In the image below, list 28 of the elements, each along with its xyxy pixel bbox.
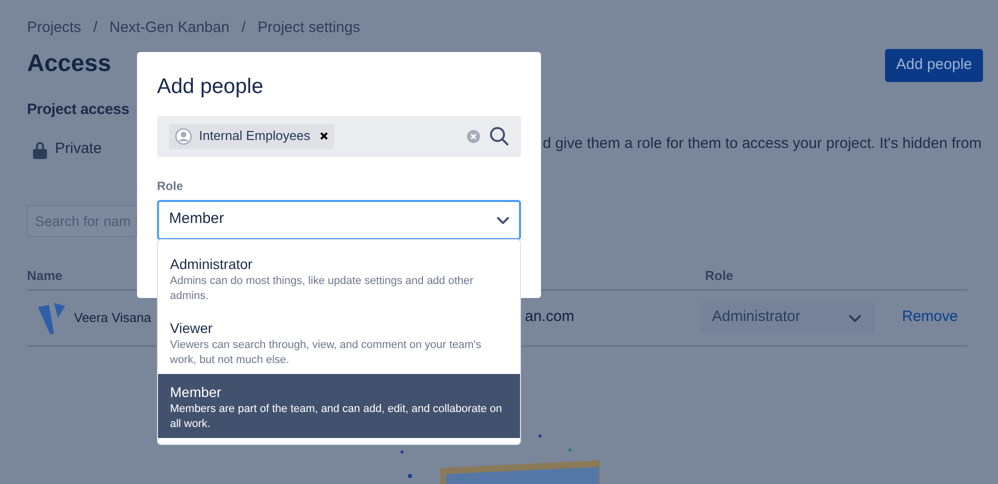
role-option[interactable]: Administrator Admins can do most things, like update settings and add other admins.	[158, 246, 520, 310]
breadcrumb-link[interactable]: Project settings	[258, 16, 360, 40]
section-heading: Project access	[27, 100, 130, 120]
role-select[interactable]: Administrator	[700, 302, 875, 334]
role-option[interactable]: Viewer Viewers can search through, view, and comment on your team's work, but not much else.	[158, 310, 520, 374]
column-header: Role	[705, 266, 734, 284]
breadcrumb-separator: /	[93, 18, 98, 38]
breadcrumb-link[interactable]: Next-Gen Kanban	[109, 16, 230, 40]
access-description: d give them a role for them to access your project. It's hidden from	[542, 134, 982, 154]
role-label: Role	[157, 178, 184, 194]
modal-title: Add people	[157, 74, 264, 100]
breadcrumb-separator: /	[241, 18, 246, 38]
remove-icon[interactable]	[320, 132, 328, 140]
avatar-icon	[175, 128, 192, 144]
logo-icon	[38, 301, 66, 334]
add-people-button[interactable]: Add people	[885, 49, 983, 82]
user-email: an.com	[525, 307, 576, 328]
search-icon[interactable]	[489, 126, 509, 146]
tag-label: Internal Employees	[199, 127, 310, 146]
user-name: Veera Visana	[74, 308, 152, 327]
role-option[interactable]: Member Members are part of the team, and can add, edit, and collaborate on all work.	[158, 374, 520, 438]
visibility-label: Private	[55, 139, 102, 160]
page-title: Access	[27, 49, 112, 79]
remove-link[interactable]: Remove	[902, 306, 958, 329]
lock-icon	[33, 140, 47, 158]
breadcrumb-link[interactable]: Projects	[27, 16, 82, 40]
people-picker[interactable]: Internal Employees	[157, 116, 521, 156]
column-header: Name	[27, 268, 62, 282]
